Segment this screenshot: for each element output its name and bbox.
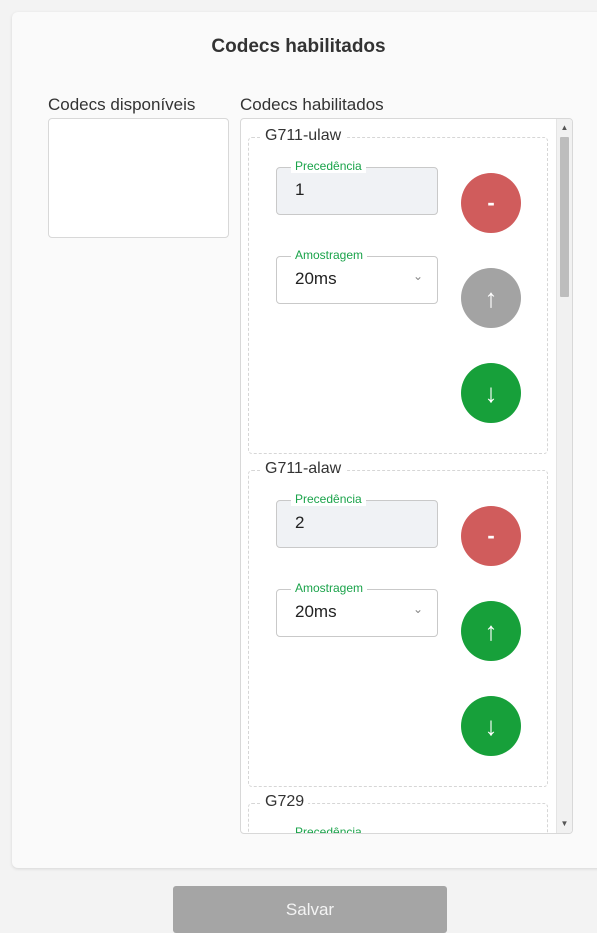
available-codecs-label: Codecs disponíveis [48, 95, 196, 114]
remove-codec-button[interactable]: - [461, 173, 521, 233]
codec-item-g729: G729 Precedência [248, 793, 548, 833]
scroll-up-icon[interactable]: ▲ [557, 121, 572, 135]
move-up-button[interactable]: ↑ [461, 268, 521, 328]
precedence-label: Precedência [291, 825, 366, 833]
sampling-select[interactable]: Amostragem 20ms ⌄ [276, 248, 438, 304]
chevron-down-icon: ⌄ [412, 269, 423, 283]
precedence-label: Precedência [291, 492, 366, 506]
remove-codec-button[interactable]: - [461, 506, 521, 566]
enabled-codecs-list[interactable]: G711-ulaw Precedência 1 Amostragem 20ms … [240, 118, 573, 834]
codec-name: G711-alaw [261, 460, 346, 478]
scroll-thumb[interactable] [560, 137, 569, 297]
enabled-codecs-label: Codecs habilitados [240, 95, 384, 114]
page-title: Codecs habilitados [211, 36, 386, 57]
codec-name: G711-ulaw [261, 127, 346, 145]
save-button[interactable]: Salvar [173, 886, 447, 933]
scroll-down-icon[interactable]: ▼ [557, 817, 572, 831]
move-down-button[interactable]: ↓ [461, 696, 521, 756]
sampling-value: 20ms [295, 602, 337, 621]
sampling-select[interactable]: Amostragem 20ms ⌄ [276, 581, 438, 637]
codec-name: G729 [261, 793, 309, 811]
precedence-field[interactable]: Precedência [291, 825, 366, 833]
codec-item-g711-ulaw: G711-ulaw Precedência 1 Amostragem 20ms … [248, 127, 548, 454]
precedence-field[interactable]: Precedência 2 [276, 492, 438, 548]
precedence-value: 2 [295, 513, 305, 532]
codec-item-g711-alaw: G711-alaw Precedência 2 Amostragem 20ms … [248, 460, 548, 787]
precedence-label: Precedência [291, 159, 366, 173]
sampling-label: Amostragem [291, 248, 368, 262]
precedence-field[interactable]: Precedência 1 [276, 159, 438, 215]
move-down-button[interactable]: ↓ [461, 363, 521, 423]
move-up-button[interactable]: ↑ [461, 601, 521, 661]
sampling-value: 20ms [295, 269, 337, 288]
chevron-down-icon: ⌄ [412, 602, 423, 616]
scrollbar[interactable]: ▲ ▼ [556, 119, 572, 833]
available-codecs-list[interactable] [48, 118, 229, 238]
sampling-label: Amostragem [291, 581, 368, 595]
precedence-value: 1 [295, 180, 305, 199]
